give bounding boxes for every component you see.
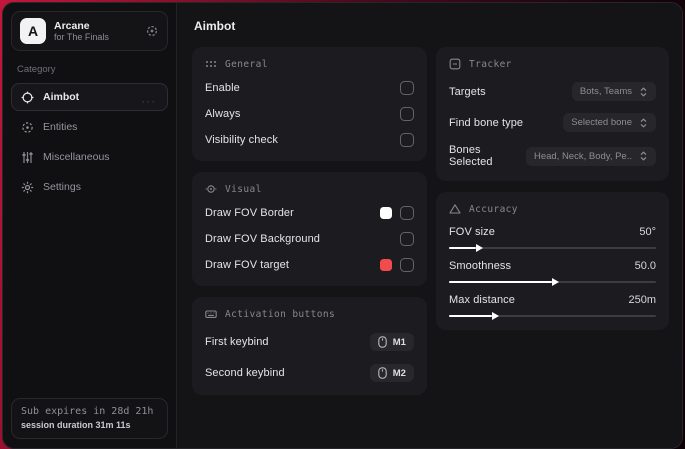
panel-title: Visual: [225, 183, 262, 195]
fov-target-color-swatch[interactable]: [379, 259, 392, 271]
slider-fill[interactable]: [448, 281, 553, 283]
subscription-expiry: Sub expires in 28d 21h: [21, 406, 154, 417]
setting-label: Visibility check: [205, 134, 278, 146]
brand-subtitle: for The Finals: [54, 31, 109, 42]
page-title: Aimbot: [194, 19, 236, 33]
setting-label: Draw FOV Background: [205, 233, 320, 245]
sliders-icon: [21, 151, 34, 164]
eye-icon: [205, 183, 217, 195]
panel-accuracy: Accuracy FOV size 50° Smoothness 50.0 Ma…: [435, 192, 669, 330]
dropdown-value: Bots, Teams: [579, 86, 632, 97]
scan-icon: [21, 121, 34, 134]
sidebar-item-aimbot[interactable]: Aimbot ···: [11, 83, 168, 111]
keybind-value: M1: [392, 336, 406, 348]
sidebar-item-label: Aimbot: [43, 91, 80, 103]
first-keybind-button[interactable]: M1: [369, 333, 414, 351]
app-window: A Arcane for The Finals Category Aimbot: [2, 2, 683, 449]
panel-activation-buttons: Activation buttons First keybind M1 Seco…: [192, 297, 427, 395]
session-duration: session duration 31m 11s: [21, 420, 131, 430]
setting-label: Enable: [205, 82, 240, 94]
chevron-up-down-icon: [639, 117, 648, 128]
panel-title: Activation buttons: [225, 308, 336, 320]
main-content: Aimbot General Enable Always Visibility …: [177, 3, 682, 448]
keybind-value: M2: [392, 367, 406, 379]
chevron-up-down-icon: [639, 151, 648, 161]
brand-logo: A: [20, 16, 49, 44]
sidebar-item-entities[interactable]: Entities: [11, 113, 168, 141]
grid-icon: [205, 58, 217, 70]
ellipsis-decoration: ···: [142, 97, 157, 107]
sidebar-item-label: Miscellaneous: [43, 151, 110, 163]
setting-label: Draw FOV target: [205, 259, 290, 271]
crosshair-icon: [21, 91, 34, 104]
setting-label: Find bone type: [448, 116, 524, 129]
max-distance-slider[interactable]: [448, 315, 656, 317]
sidebar-item-settings[interactable]: Settings: [11, 173, 168, 201]
category-label: Category: [17, 64, 56, 75]
panel-title: Tracker: [468, 58, 512, 70]
bones-selected-dropdown[interactable]: Head, Neck, Body, Pe..: [525, 146, 656, 166]
max-distance-value: 250m: [628, 294, 656, 306]
setting-label: Draw FOV Border: [205, 207, 294, 219]
setting-label: Always: [205, 108, 241, 120]
always-checkbox[interactable]: [399, 107, 414, 121]
slider-fill[interactable]: [448, 247, 476, 249]
draw-fov-background-checkbox[interactable]: [399, 232, 414, 246]
second-keybind-button[interactable]: M2: [369, 364, 414, 382]
sync-icon[interactable]: [145, 24, 159, 38]
setting-label: Targets: [448, 85, 486, 98]
setting-label: FOV size: [448, 226, 495, 238]
setting-label: Smoothness: [448, 260, 512, 272]
setting-label: Bones Selected: [448, 144, 493, 168]
sidebar: A Arcane for The Finals Category Aimbot: [3, 3, 177, 448]
sidebar-nav: Aimbot ··· Entities Miscellaneous Settin…: [11, 83, 168, 201]
targets-dropdown[interactable]: Bots, Teams: [571, 82, 656, 101]
panel-title: General: [225, 58, 268, 70]
fov-size-slider[interactable]: [448, 247, 656, 249]
fov-size-value: 50°: [639, 226, 656, 238]
draw-fov-target-checkbox[interactable]: [399, 258, 414, 272]
sidebar-item-label: Entities: [43, 121, 78, 133]
subscription-card: Sub expires in 28d 21h session duration …: [11, 398, 168, 439]
setting-label: Second keybind: [205, 367, 285, 379]
panel-tracker: Tracker Targets Bots, Teams Find bone ty…: [435, 47, 669, 181]
sidebar-item-label: Settings: [43, 181, 81, 193]
fov-border-color-swatch[interactable]: [379, 207, 392, 219]
mouse-icon: [378, 367, 387, 379]
setting-label: First keybind: [205, 336, 269, 348]
slider-fill[interactable]: [448, 315, 493, 317]
sidebar-item-miscellaneous[interactable]: Miscellaneous: [11, 143, 168, 171]
visibility-check-checkbox[interactable]: [399, 133, 414, 147]
chevron-up-down-icon: [639, 86, 648, 97]
dropdown-value: Selected bone: [571, 117, 632, 128]
panel-general: General Enable Always Visibility check: [192, 47, 427, 161]
dropdown-value: Head, Neck, Body, Pe..: [533, 150, 632, 162]
gear-icon: [21, 181, 34, 194]
panel-visual: Visual Draw FOV Border Draw FOV Backgrou…: [192, 172, 427, 286]
frame-icon: [449, 58, 461, 70]
setting-label: Max distance: [448, 294, 515, 306]
triangle-icon: [449, 203, 461, 215]
panel-title: Accuracy: [468, 203, 518, 215]
smoothness-slider[interactable]: [448, 281, 656, 283]
find-bone-type-dropdown[interactable]: Selected bone: [563, 113, 656, 132]
brand-name: Arcane: [54, 19, 90, 32]
enable-checkbox[interactable]: [399, 81, 414, 95]
smoothness-value: 50.0: [634, 260, 656, 272]
mouse-icon: [378, 336, 387, 348]
draw-fov-border-checkbox[interactable]: [399, 206, 414, 220]
keyboard-icon: [205, 308, 217, 320]
brand-card: A Arcane for The Finals: [11, 11, 168, 51]
